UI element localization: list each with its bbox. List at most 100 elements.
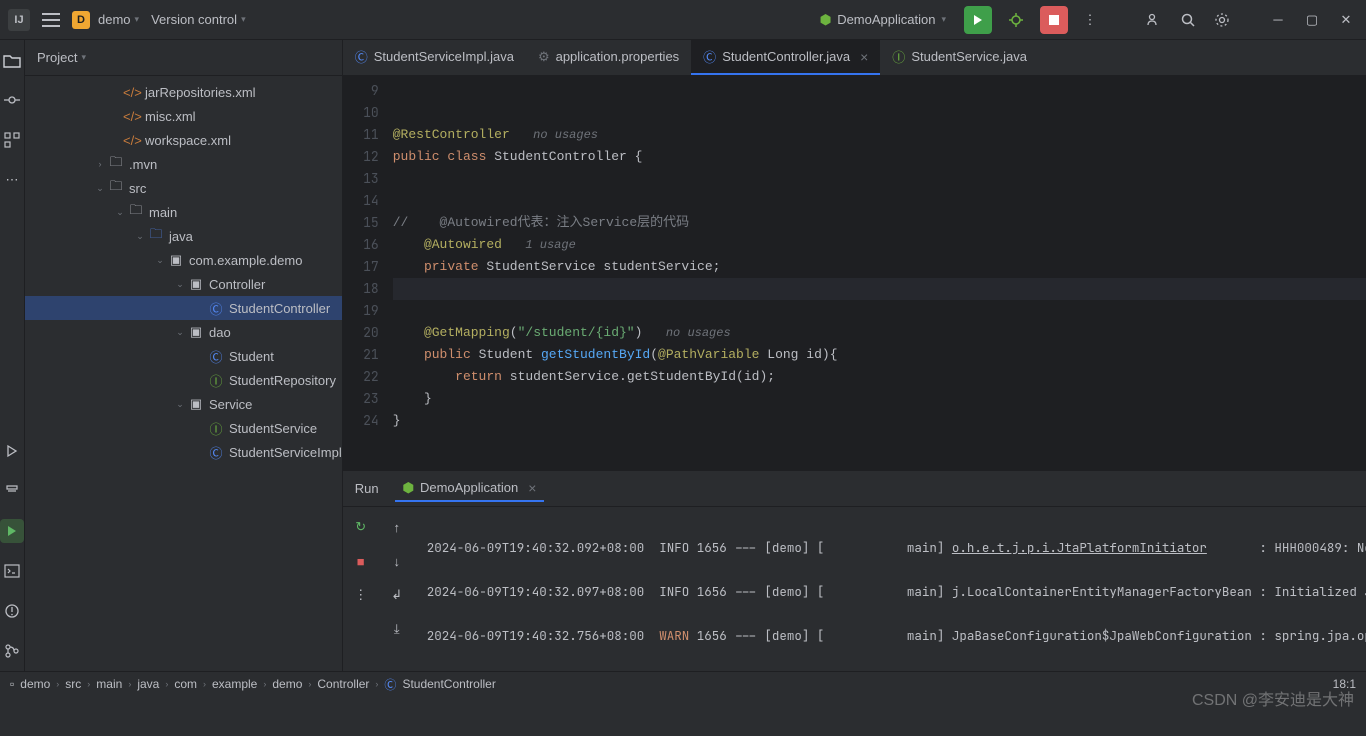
close-icon[interactable]: × — [860, 49, 868, 65]
tree-folder[interactable]: ⌄🗀main — [25, 200, 342, 224]
rerun-button[interactable]: ↻ — [349, 515, 373, 539]
tree-package[interactable]: ⌄▣Service — [25, 392, 342, 416]
code-editor[interactable]: @RestController no usages public class S… — [393, 76, 1366, 470]
chevron-down-icon: ▾ — [135, 14, 140, 25]
tree-package[interactable]: ⌄▣Controller — [25, 272, 342, 296]
tree-folder[interactable]: ⌄🗀java — [25, 224, 342, 248]
console-output[interactable]: 2024-06-09T19:40:32.092+08:00 INFO 1656 … — [415, 507, 1366, 671]
structure-tool-icon[interactable] — [0, 128, 24, 152]
console-more-icon[interactable]: ⋮ — [349, 583, 373, 607]
close-icon[interactable]: × — [528, 480, 536, 496]
project-dropdown[interactable]: D demo ▾ — [72, 11, 139, 29]
class-icon: Ⓒ — [207, 347, 225, 366]
more-tools-icon[interactable]: ⋯ — [0, 168, 24, 192]
ide-logo: IJ — [8, 9, 30, 31]
soft-wrap-icon[interactable]: ↲ — [385, 583, 409, 607]
chevron-right-icon: › — [93, 159, 107, 169]
tree-interface[interactable]: ⒾStudentRepository — [25, 368, 342, 392]
tab-studentcontroller[interactable]: ⒸStudentController.java× — [691, 40, 880, 75]
tree-class[interactable]: ⒸStudentServiceImpl — [25, 440, 342, 464]
cursor-position[interactable]: 18:1 — [1333, 677, 1356, 691]
chevron-down-icon: ▾ — [81, 52, 86, 63]
stop-button[interactable] — [1040, 6, 1068, 34]
window-minimize[interactable]: ─ — [1266, 8, 1290, 32]
project-tree[interactable]: </>jarRepositories.xml </>misc.xml </>wo… — [25, 76, 342, 671]
folder-icon: 🗀 — [107, 177, 125, 199]
main-menu-button[interactable] — [42, 13, 60, 27]
tab-application-properties[interactable]: ⚙application.properties — [526, 40, 691, 75]
module-icon: ▫ — [10, 677, 14, 691]
chevron-down-icon: ⌄ — [173, 327, 187, 338]
run-active-tool-icon[interactable] — [0, 519, 24, 543]
tree-folder[interactable]: ›🗀.mvn — [25, 152, 342, 176]
class-icon: Ⓒ — [207, 443, 225, 462]
interface-icon: Ⓘ — [892, 47, 905, 66]
interface-icon: Ⓘ — [207, 419, 225, 438]
chevron-down-icon: ⌄ — [113, 207, 127, 218]
tree-interface[interactable]: ⒾStudentService — [25, 416, 342, 440]
search-button[interactable] — [1176, 8, 1200, 32]
run-tool-icon[interactable] — [0, 439, 24, 463]
class-icon: Ⓒ — [384, 676, 396, 693]
package-icon: ▣ — [187, 324, 205, 340]
tree-file[interactable]: </>workspace.xml — [25, 128, 342, 152]
tree-class-selected[interactable]: ⒸStudentController — [25, 296, 342, 320]
scroll-to-end-icon[interactable]: ⤓ — [385, 617, 409, 641]
spring-icon: ⬢ — [820, 12, 831, 28]
folder-icon: 🗀 — [107, 153, 125, 175]
stop-console-button[interactable]: ■ — [349, 549, 373, 573]
vcs-tool-icon[interactable] — [0, 639, 24, 663]
problems-tool-icon[interactable] — [0, 599, 24, 623]
class-icon: Ⓒ — [355, 47, 368, 66]
package-icon: ▣ — [187, 396, 205, 412]
titlebar: IJ D demo ▾ Version control ▾ ⬢ DemoAppl… — [0, 0, 1366, 40]
package-icon: ▣ — [167, 252, 185, 268]
class-icon: Ⓒ — [703, 47, 716, 66]
tree-class[interactable]: ⒸStudent — [25, 344, 342, 368]
project-panel: Project ▾ </>jarRepositories.xml </>misc… — [25, 40, 343, 671]
commit-tool-icon[interactable] — [0, 88, 24, 112]
xml-icon: </> — [123, 133, 141, 148]
terminal-tool-icon[interactable] — [0, 559, 24, 583]
build-tool-icon[interactable] — [0, 479, 24, 503]
chevron-down-icon: ⌄ — [173, 279, 187, 290]
console-side-toolbar: ↑ ↓ ↲ ⤓ — [379, 507, 415, 671]
chevron-down-icon: ⌄ — [153, 255, 167, 266]
run-configuration-selector[interactable]: ⬢ DemoApplication ▾ — [812, 9, 954, 31]
editor-body[interactable]: ⚠ 3 ˄ ˅ 9101112 13141516 17181920 212223… — [343, 76, 1366, 470]
tree-package[interactable]: ⌄▣com.example.demo — [25, 248, 342, 272]
more-actions-button[interactable]: ⋮ — [1078, 8, 1102, 32]
window-maximize[interactable]: ▢ — [1300, 8, 1324, 32]
run-tab-label[interactable]: Run — [355, 481, 379, 496]
settings-button[interactable] — [1210, 8, 1234, 32]
line-gutter[interactable]: 9101112 13141516 17181920 21222324 — [343, 76, 393, 470]
run-tab-config[interactable]: ⬢ DemoApplication × — [395, 476, 545, 502]
tree-file[interactable]: </>jarRepositories.xml — [25, 80, 342, 104]
tab-studentserviceimpl[interactable]: ⒸStudentServiceImpl.java — [343, 40, 526, 75]
package-icon: ▣ — [187, 276, 205, 292]
interface-icon: Ⓘ — [207, 371, 225, 390]
version-control-dropdown[interactable]: Version control ▾ — [151, 12, 246, 27]
chevron-down-icon: ▾ — [241, 14, 246, 25]
tree-package[interactable]: ⌄▣dao — [25, 320, 342, 344]
tree-file[interactable]: </>misc.xml — [25, 104, 342, 128]
editor-area: ⒸStudentServiceImpl.java ⚙application.pr… — [343, 40, 1366, 671]
run-button[interactable] — [964, 6, 992, 34]
xml-icon: </> — [123, 85, 141, 100]
code-with-me-icon[interactable] — [1142, 8, 1166, 32]
breadcrumb[interactable]: ▫ demo› src› main› java› com› example› d… — [10, 676, 496, 693]
project-panel-header[interactable]: Project ▾ — [25, 40, 342, 76]
tab-studentservice[interactable]: ⒾStudentService.java — [880, 40, 1039, 75]
tree-folder[interactable]: ⌄🗀src — [25, 176, 342, 200]
scroll-down-icon[interactable]: ↓ — [385, 549, 409, 573]
project-tool-icon[interactable] — [0, 48, 24, 72]
chevron-down-icon: ▾ — [941, 14, 946, 25]
window-close[interactable]: ✕ — [1334, 8, 1358, 32]
scroll-up-icon[interactable]: ↑ — [385, 515, 409, 539]
console-toolbar: ↻ ■ ⋮ — [343, 507, 379, 671]
editor-tabs: ⒸStudentServiceImpl.java ⚙application.pr… — [343, 40, 1366, 76]
chevron-down-icon: ⌄ — [133, 231, 147, 242]
run-panel-tabs: Run ⬢ DemoApplication × — [343, 471, 1366, 507]
spring-icon: ⬢ — [403, 480, 414, 496]
debug-button[interactable] — [1002, 6, 1030, 34]
